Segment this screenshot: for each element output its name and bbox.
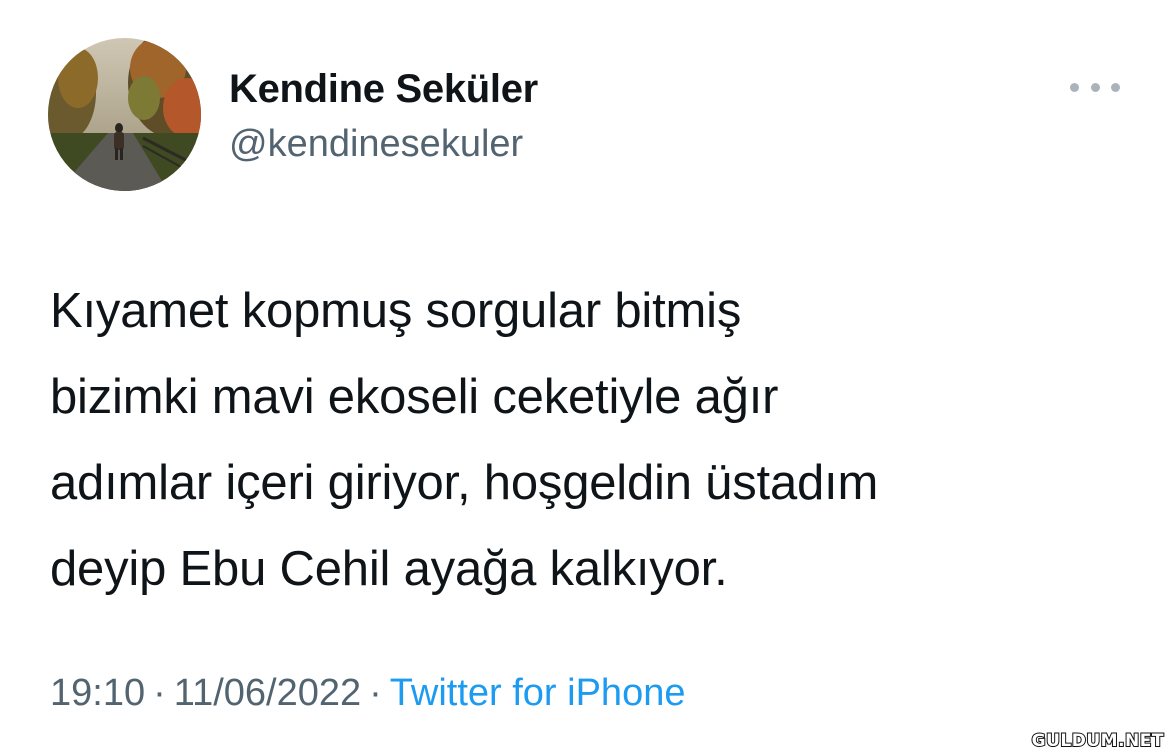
tweet-text: Kıyamet kopmuş sorgular bitmiş bizimki m…	[50, 268, 1140, 612]
tweet-meta: 19:10 · 11/06/2022 · Twitter for iPhone	[50, 668, 685, 718]
avatar[interactable]	[48, 38, 201, 191]
tweet-text-line: bizimki mavi ekoseli ceketiyle ağır	[50, 370, 779, 424]
meta-separator: ·	[369, 672, 382, 714]
author-handle[interactable]: @kendinesekuler	[229, 120, 523, 168]
tweet-text-line: Kıyamet kopmuş sorgular bitmiş	[50, 284, 742, 338]
tweet-date[interactable]: 11/06/2022	[174, 672, 361, 714]
avatar-photo	[48, 38, 201, 191]
tweet-time[interactable]: 19:10	[50, 672, 145, 714]
tweet-card: Kendine Seküler @kendinesekuler Kıyamet …	[0, 0, 1170, 755]
more-dot	[1070, 82, 1079, 92]
tweet-text-line: adımlar içeri giriyor, hoşgeldin üstadım	[50, 456, 879, 510]
tweet-source-link[interactable]: Twitter for iPhone	[390, 672, 686, 714]
meta-separator: ·	[153, 672, 166, 714]
site-watermark: GULDUM.NET	[1031, 730, 1165, 752]
tweet-text-line: deyip Ebu Cehil ayağa kalkıyor.	[50, 542, 728, 596]
more-dot	[1090, 82, 1100, 92]
author-display-name[interactable]: Kendine Seküler	[229, 64, 538, 114]
more-horizontal-icon[interactable]	[1070, 72, 1120, 102]
more-dot	[1111, 82, 1120, 92]
